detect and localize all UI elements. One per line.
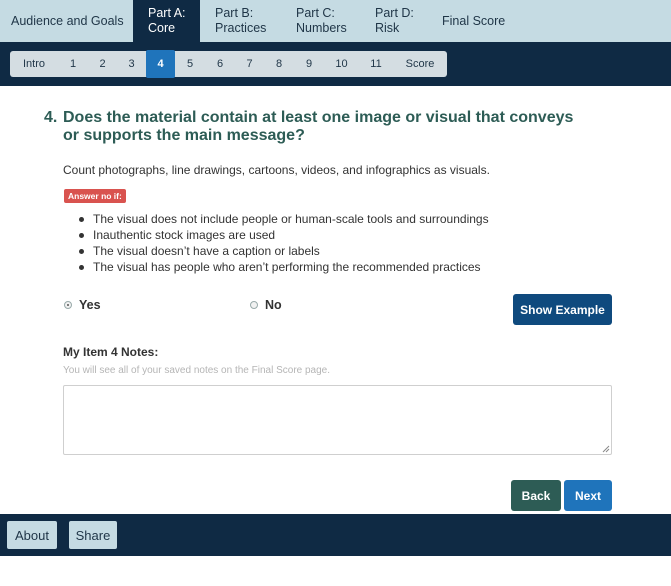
step-bar: Intro 1 2 3 4 5 6 7 8 9 10 11 Score	[0, 42, 671, 86]
no-radio[interactable]: No	[250, 298, 282, 312]
radio-selected-icon[interactable]	[64, 301, 72, 309]
no-label: No	[265, 298, 282, 312]
question-hint: Count photographs, line drawings, cartoo…	[63, 163, 490, 177]
yes-label: Yes	[79, 298, 101, 312]
tab-audience-and-goals[interactable]: Audience and Goals	[0, 0, 133, 42]
notes-label: My Item 4 Notes:	[63, 345, 159, 359]
step-11[interactable]: 11	[359, 51, 393, 77]
step-6[interactable]: 6	[205, 51, 235, 77]
yes-radio[interactable]: Yes	[64, 298, 101, 312]
step-label: Score	[405, 58, 435, 70]
about-button[interactable]: About	[7, 521, 57, 549]
step-2[interactable]: 2	[88, 51, 117, 77]
step-intro[interactable]: Intro	[10, 51, 58, 77]
tab-label: Final Score	[442, 13, 506, 28]
resize-handle-icon[interactable]	[602, 445, 610, 453]
step-7[interactable]: 7	[235, 51, 264, 77]
step-label: 5	[186, 58, 194, 70]
step-label: 8	[275, 58, 283, 70]
radio-unselected-icon[interactable]	[250, 301, 258, 309]
tab-label: Part D:	[375, 6, 414, 20]
step-pagination: Intro 1 2 3 4 5 6 7 8 9 10 11 Score	[10, 50, 447, 78]
tab-part-c-numbers[interactable]: Part C: Numbers	[281, 0, 360, 42]
tab-final-score[interactable]: Final Score	[427, 0, 517, 42]
tab-part-d-risk[interactable]: Part D: Risk	[360, 0, 427, 42]
tab-sublabel: Core	[148, 21, 176, 35]
tab-part-a-core[interactable]: Part A: Core	[133, 0, 200, 42]
tab-label: Audience and Goals	[11, 13, 124, 28]
step-9[interactable]: 9	[294, 51, 324, 77]
tab-label: Part A:	[148, 6, 186, 20]
tab-label: Part C:	[296, 6, 335, 20]
step-4[interactable]: 4	[146, 50, 175, 78]
step-3[interactable]: 3	[117, 51, 146, 77]
step-label: 6	[216, 58, 224, 70]
step-label: 4	[157, 58, 164, 70]
question-text: Does the material contain at least one i…	[63, 109, 574, 144]
step-8[interactable]: 8	[264, 51, 294, 77]
step-label: 3	[128, 58, 135, 70]
notes-help-text: You will see all of your saved notes on …	[63, 365, 331, 376]
list-item: Inauthentic stock images are used	[79, 227, 489, 243]
step-label: 7	[246, 58, 253, 70]
next-button[interactable]: Next	[564, 480, 612, 511]
tab-sublabel: Practices	[215, 21, 267, 35]
footer-bar: About Share	[0, 514, 671, 556]
top-navigation: Audience and Goals Part A: Core Part B: …	[0, 0, 671, 42]
list-item: The visual has people who aren’t perform…	[79, 259, 489, 275]
step-label: 11	[370, 58, 382, 70]
tab-part-b-practices[interactable]: Part B: Practices	[200, 0, 281, 42]
step-label: 10	[335, 58, 348, 70]
step-score[interactable]: Score	[393, 51, 447, 77]
list-item: The visual doesn’t have a caption or lab…	[79, 243, 489, 259]
list-item: The visual does not include people or hu…	[79, 212, 489, 226]
show-example-button[interactable]: Show Example	[513, 294, 612, 325]
tab-label: Part B:	[215, 6, 254, 20]
step-label: 1	[69, 58, 77, 70]
step-10[interactable]: 10	[324, 51, 359, 77]
tab-sublabel: Risk	[375, 21, 400, 35]
back-button[interactable]: Back	[511, 480, 561, 511]
step-5[interactable]: 5	[175, 51, 205, 77]
tab-sublabel: Numbers	[296, 21, 347, 35]
answer-no-if-badge: Answer no if:	[64, 189, 126, 203]
step-label: Intro	[22, 58, 45, 70]
step-label: 2	[99, 58, 106, 70]
question-number: 4.	[44, 109, 58, 126]
criteria-list: The visual does not include people or hu…	[79, 211, 489, 275]
share-button[interactable]: Share	[69, 521, 117, 549]
step-1[interactable]: 1	[58, 51, 88, 77]
notes-textarea[interactable]	[63, 385, 612, 455]
step-label: 9	[305, 58, 313, 70]
